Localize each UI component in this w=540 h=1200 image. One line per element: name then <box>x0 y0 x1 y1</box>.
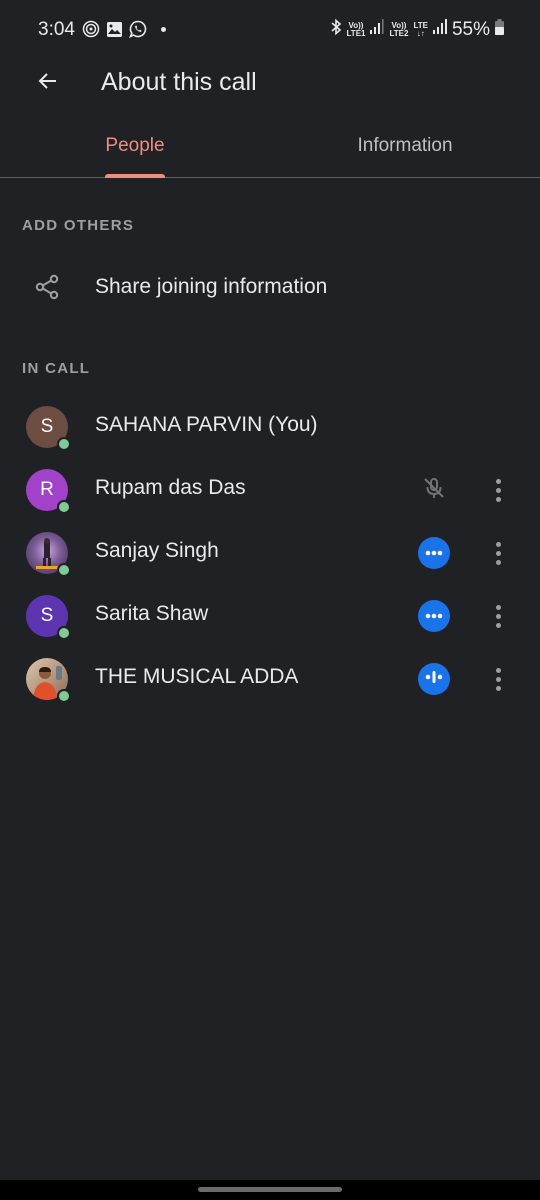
sim1-bottom-label: LTE1 <box>346 28 366 38</box>
section-header-in-call: IN CALL <box>22 360 91 377</box>
mic-off-icon <box>421 475 447 506</box>
avatar-initial: R <box>40 479 54 500</box>
participant-name: SAHANA PARVIN (You) <box>95 413 318 436</box>
data-activity-arrows: ↓↑ <box>416 28 425 38</box>
participant-name: THE MUSICAL ADDA <box>95 665 299 688</box>
arrow-back-icon <box>36 69 60 98</box>
signal-sim1-icon <box>370 19 384 40</box>
presence-indicator <box>57 626 71 640</box>
more-options-button[interactable] <box>486 474 510 506</box>
selected-tab-indicator <box>105 174 165 178</box>
participant-row[interactable]: S SAHANA PARVIN (You) <box>0 396 540 458</box>
sim1-volte: Vo)) LTE1 <box>346 21 366 38</box>
avatar-initial: S <box>40 605 54 626</box>
speaking-indicator <box>418 663 450 695</box>
participant-row[interactable]: THE MUSICAL ADDA <box>0 648 540 710</box>
tab-bar: People Information <box>0 115 540 178</box>
avatar <box>26 532 71 577</box>
presence-indicator <box>57 563 71 577</box>
participant-name: Rupam das Das <box>95 476 246 499</box>
home-gesture-handle[interactable] <box>198 1187 342 1192</box>
more-options-button[interactable] <box>486 600 510 632</box>
battery-percent: 55% <box>451 18 490 40</box>
share-icon <box>34 274 60 305</box>
sim2-bottom-label: LTE2 <box>389 28 409 38</box>
battery-icon <box>495 19 504 40</box>
avatar: S <box>26 406 71 451</box>
whatsapp-icon <box>129 20 147 38</box>
section-header-add-others: ADD OTHERS <box>22 217 135 234</box>
presence-indicator <box>57 689 71 703</box>
status-indicator <box>418 537 450 569</box>
page-title: About this call <box>101 68 257 96</box>
status-bar: 3:04 Vo)) LTE1 Vo)) LTE2 LTE ↓↑ 55% <box>0 0 540 60</box>
status-time: 3:04 <box>38 19 75 40</box>
participant-name: Sanjay Singh <box>95 539 219 562</box>
share-joining-info-button[interactable]: Share joining information <box>0 258 540 318</box>
avatar: R <box>26 469 71 514</box>
status-indicator <box>418 600 450 632</box>
participant-row[interactable]: R Rupam das Das <box>0 459 540 521</box>
more-options-button[interactable] <box>486 663 510 695</box>
participant-row[interactable]: Sanjay Singh <box>0 522 540 584</box>
lte-indicator: LTE ↓↑ <box>413 21 428 38</box>
tab-information[interactable]: Information <box>270 115 540 177</box>
system-navigation-bar <box>0 1180 540 1200</box>
sim2-volte: Vo)) LTE2 <box>389 21 409 38</box>
avatar: S <box>26 595 71 640</box>
audio-level-icon <box>424 669 444 690</box>
presence-indicator <box>57 437 71 451</box>
gallery-icon <box>106 21 123 38</box>
signal-sim2-icon <box>432 19 447 40</box>
participant-name: Sarita Shaw <box>95 602 209 625</box>
bluetooth-icon <box>330 18 342 41</box>
avatar-initial: S <box>40 416 54 437</box>
tab-people[interactable]: People <box>0 115 270 177</box>
tab-information-label: Information <box>357 135 453 156</box>
muted-status <box>418 474 450 506</box>
share-joining-info-label: Share joining information <box>95 275 328 298</box>
more-options-button[interactable] <box>486 537 510 569</box>
participant-row[interactable]: S Sarita Shaw <box>0 585 540 647</box>
back-button[interactable] <box>30 65 66 101</box>
avatar <box>26 658 71 703</box>
app-bar: About this call <box>0 55 540 111</box>
system-status-icons: Vo)) LTE1 Vo)) LTE2 LTE ↓↑ 55% <box>330 18 504 41</box>
ellipsis-icon <box>424 607 444 625</box>
hotspot-icon <box>82 20 100 38</box>
notification-dot <box>161 26 166 32</box>
ellipsis-icon <box>424 544 444 562</box>
notification-icons <box>82 20 166 38</box>
tab-people-label: People <box>105 135 165 156</box>
presence-indicator <box>57 500 71 514</box>
